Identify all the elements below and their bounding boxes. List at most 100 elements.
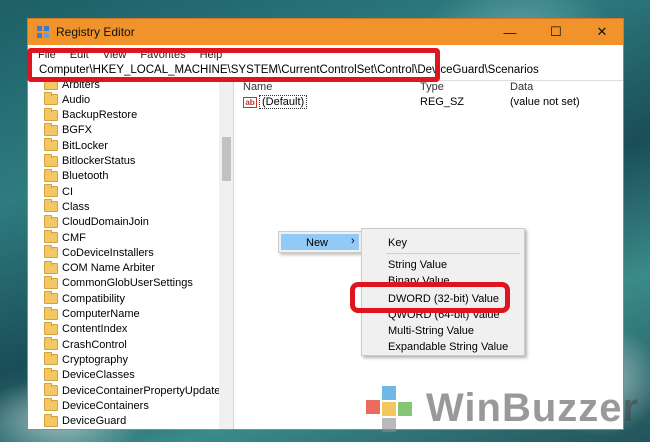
folder-icon <box>44 199 58 213</box>
tree-item[interactable]: BitlockerStatus <box>44 153 136 169</box>
tree-item-label: CMF <box>62 231 86 244</box>
tree-item-label: COM Name Arbiter <box>62 262 155 275</box>
submenu-item-string-value[interactable]: String Value <box>388 259 447 271</box>
tree-item[interactable]: DeviceGuard <box>44 413 127 429</box>
tree-item-label: Bluetooth <box>62 170 109 183</box>
address-bar[interactable]: Computer\HKEY_LOCAL_MACHINE\SYSTEM\Curre… <box>28 61 623 81</box>
tree-item[interactable]: ComputerName <box>44 306 140 322</box>
folder-icon <box>44 214 58 228</box>
folder-icon <box>44 352 58 366</box>
address-path[interactable]: Computer\HKEY_LOCAL_MACHINE\SYSTEM\Curre… <box>39 64 539 76</box>
tree-item-label: ContentIndex <box>62 323 128 336</box>
dword-highlight-box <box>350 282 510 313</box>
window-title: Registry Editor <box>56 25 135 39</box>
tree-item[interactable]: DeviceContainers <box>44 398 149 413</box>
folder-icon <box>44 153 58 167</box>
column-type-header[interactable]: Type <box>420 81 444 93</box>
folder-icon <box>44 230 58 243</box>
value-row[interactable]: ab (Default) <box>243 95 308 109</box>
tree-item[interactable]: CMF <box>44 230 86 245</box>
folder-icon <box>44 367 58 381</box>
value-data: (value not set) <box>510 96 580 108</box>
tree-item[interactable]: CrashControl <box>44 337 127 352</box>
tree-item-label: DeviceContainerPropertyUpdateEvents <box>62 384 233 397</box>
tree-item-label: BGFX <box>62 124 92 137</box>
tree-item[interactable]: Cryptography <box>44 352 128 367</box>
tree-item[interactable]: BGFX <box>44 122 92 138</box>
menu-edit[interactable]: Edit <box>70 49 89 61</box>
title-bar[interactable]: Registry Editor — ☐ ✕ <box>28 19 623 45</box>
tree-item[interactable]: CoDeviceInstallers <box>44 245 154 260</box>
menu-file[interactable]: File <box>38 49 56 61</box>
folder-icon <box>44 107 58 121</box>
tree-item[interactable]: COM Name Arbiter <box>44 260 155 276</box>
tree-item[interactable]: Class <box>44 199 90 214</box>
context-menu-new-item[interactable]: New › <box>281 234 359 250</box>
folder-icon <box>44 260 58 274</box>
tree-item[interactable]: BackupRestore <box>44 107 138 123</box>
menu-view[interactable]: View <box>103 49 127 61</box>
tree-scrollbar[interactable] <box>219 81 233 429</box>
tree-item-label: CoDeviceInstallers <box>62 246 154 259</box>
registry-editor-icon <box>37 26 49 38</box>
folder-icon <box>44 291 58 305</box>
value-name[interactable]: (Default) <box>259 95 308 109</box>
tree-item[interactable]: Compatibility <box>44 291 125 306</box>
maximize-button[interactable]: ☐ <box>533 19 579 45</box>
tree-item-label: DeviceGuard <box>62 415 127 428</box>
submenu-item-expandable-string-value[interactable]: Expandable String Value <box>388 341 508 353</box>
submenu-arrow-icon: › <box>351 235 355 247</box>
column-name-header[interactable]: Name <box>243 81 272 93</box>
tree-item[interactable]: CI <box>44 184 73 199</box>
tree-item[interactable]: CommonGlobUserSettings <box>44 275 193 291</box>
folder-icon <box>44 138 58 152</box>
tree-item-label: DeviceContainers <box>62 399 149 412</box>
tree-item[interactable]: ContentIndex <box>44 321 128 337</box>
tree-item-scenarios[interactable]: ▾Scenarios <box>38 428 117 429</box>
context-menu: New › <box>278 231 362 253</box>
tree-item-label: DeviceClasses <box>62 369 135 382</box>
folder-icon <box>44 168 58 182</box>
folder-icon <box>44 306 58 320</box>
watermark-text: WinBuzzer <box>426 386 640 430</box>
folder-icon <box>44 275 58 289</box>
tree-item-label: BitlockerStatus <box>62 155 136 167</box>
tree-item[interactable]: Bluetooth <box>44 168 109 184</box>
folder-icon <box>44 398 58 412</box>
minimize-button[interactable]: — <box>487 19 533 45</box>
tree-item[interactable]: Arbiters <box>44 81 100 92</box>
folder-icon <box>44 321 58 335</box>
tree-item[interactable]: Audio <box>44 92 90 107</box>
folder-icon <box>44 337 58 351</box>
tree-item-label: CI <box>62 185 73 198</box>
string-value-icon: ab <box>243 96 257 108</box>
registry-editor-window: Registry Editor — ☐ ✕ File Edit View Fav… <box>27 18 624 430</box>
menu-favorites[interactable]: Favorites <box>140 49 185 61</box>
folder-icon <box>44 245 58 259</box>
tree-item-label: Cryptography <box>62 353 129 366</box>
folder-icon <box>44 184 58 198</box>
close-button[interactable]: ✕ <box>579 19 623 45</box>
tree-item-label: BitLocker <box>62 139 108 152</box>
column-data-header[interactable]: Data <box>510 81 533 93</box>
tree-scroll-thumb[interactable] <box>222 137 231 181</box>
folder-icon <box>44 122 58 136</box>
winbuzzer-logo-icon <box>366 386 412 432</box>
new-label: New <box>306 237 329 249</box>
tree-item-label: Audio <box>62 93 91 106</box>
tree-item[interactable]: DeviceContainerPropertyUpdateEvents <box>44 383 233 398</box>
tree-item-label: BackupRestore <box>62 109 138 122</box>
submenu-item-key[interactable]: Key <box>388 237 407 249</box>
tree-item-label: Arbiters <box>62 81 100 91</box>
tree-item[interactable]: BitLocker <box>44 138 108 153</box>
tree-item[interactable]: CloudDomainJoin <box>44 214 149 230</box>
tree-item-label: CommonGlobUserSettings <box>62 277 193 290</box>
submenu-item-multi-string-value[interactable]: Multi-String Value <box>388 325 474 337</box>
registry-tree: Arbiters Audio BackupRestore BGFX BitLocker B… <box>28 81 234 429</box>
folder-icon <box>44 383 58 396</box>
menu-help[interactable]: Help <box>200 49 223 61</box>
watermark: WinBuzzer <box>362 380 638 436</box>
tree-item[interactable]: DeviceClasses <box>44 367 135 383</box>
folder-icon <box>44 92 58 106</box>
tree-item-label: CrashControl <box>62 338 127 351</box>
